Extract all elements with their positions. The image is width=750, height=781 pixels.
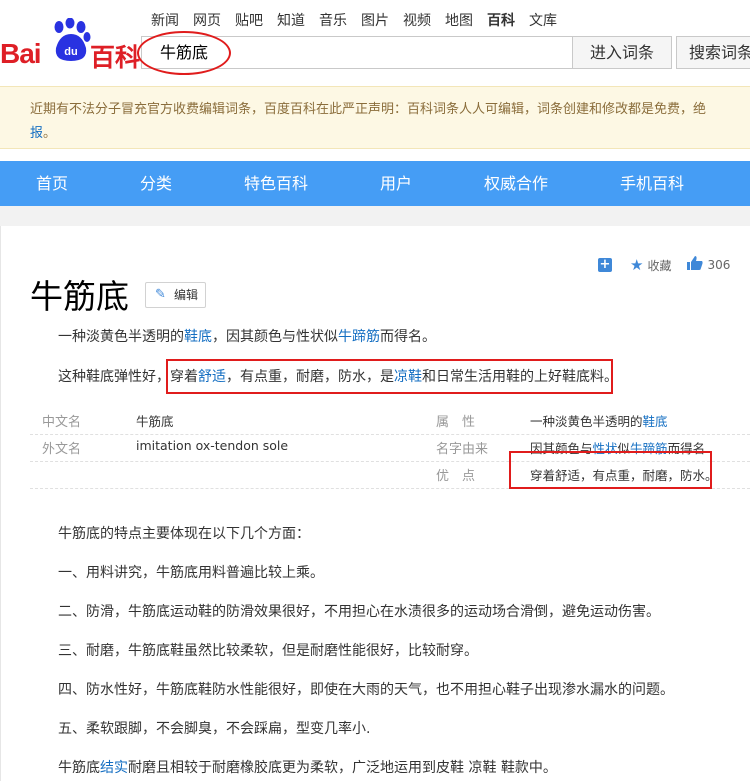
summary-paragraph-1: 一种淡黄色半透明的鞋底，因其颜色与性状似牛蹄筋而得名。 [58, 326, 436, 346]
body-last-paragraph: 牛筋底结实耐磨且相较于耐磨橡胶底更为柔软，广泛地运用到皮鞋 凉鞋 鞋款中。 [58, 757, 557, 777]
main-nav: 首页 分类 特色百科 用户 权威合作 手机百科 [0, 161, 750, 206]
collect-label[interactable]: 收藏 [647, 257, 671, 274]
summary-text: 这种鞋底弹性好， [58, 369, 170, 385]
body-item: 五、柔软跟脚，不会脚臭，不会踩扁，型变几率小. [58, 721, 371, 737]
nav-link-wenku[interactable]: 文库 [529, 10, 557, 30]
notice-banner: 近期有不法分子冒充官方收费编辑词条，百度百科在此严正声明：百科词条人人可编辑，词… [0, 86, 750, 149]
notice-text: 近期有不法分子冒充官方收费编辑词条，百度百科在此严正声明：百科词条人人可编辑，词… [30, 102, 707, 117]
main-nav-mobile[interactable]: 手机百科 [620, 161, 684, 206]
nav-link-map[interactable]: 地图 [445, 10, 473, 30]
main-nav-authority[interactable]: 权威合作 [484, 161, 548, 206]
main-nav-user[interactable]: 用户 [380, 161, 412, 206]
edit-label: 编辑 [174, 288, 199, 302]
logo-bai-text: Bai [0, 38, 42, 69]
basic-info-key: 优 点 [436, 469, 476, 484]
body-text: 耐磨且相较于耐磨橡胶底更为柔软，广泛地运用到皮鞋 凉鞋 鞋款中。 [128, 760, 557, 776]
row-divider [30, 488, 750, 489]
report-link[interactable]: 报 [30, 126, 43, 141]
basic-info-value: 穿着舒适，有点重，耐磨，防水。 [530, 468, 718, 483]
basic-info-row: 中文名 牛筋底 属 性 一种淡黄色半透明的鞋底 [30, 405, 750, 435]
thumbs-up-icon[interactable] [687, 256, 704, 274]
basic-info-key: 中文名 [42, 415, 82, 430]
basic-info-value: imitation ox-tendon sole [136, 438, 289, 453]
entry-title: 牛筋底 [30, 277, 129, 316]
body-item: 三、耐磨，牛筋底鞋虽然比较柔软，但是耐磨性能很好，比较耐穿。 [58, 643, 478, 659]
nav-link-music[interactable]: 音乐 [319, 10, 347, 30]
pencil-icon: ✎ [155, 287, 166, 302]
link-xiedi-info[interactable]: 鞋底 [643, 414, 668, 429]
main-nav-home[interactable]: 首页 [36, 161, 68, 206]
nav-link-web[interactable]: 网页 [193, 10, 221, 30]
baidu-baike-logo[interactable]: Bai du 百科 [0, 18, 140, 72]
nav-link-zhidao[interactable]: 知道 [277, 10, 305, 30]
summary-text: 而得名。 [380, 329, 436, 345]
summary-text: 和日常生活用鞋的上好鞋底料。 [422, 369, 618, 385]
notice-text-end: 。 [43, 126, 57, 141]
search-input[interactable]: 牛筋底 [141, 36, 573, 69]
summary-paragraph-2: 这种鞋底弹性好，穿着舒适，有点重，耐磨，防水，是凉鞋和日常生活用鞋的上好鞋底料。 [58, 366, 618, 386]
basic-info-row: 优 点 穿着舒适，有点重，耐磨，防水。 [30, 459, 750, 489]
nav-link-baike[interactable]: 百科 [487, 10, 515, 30]
paw-icon: du [54, 18, 91, 61]
main-nav-featured[interactable]: 特色百科 [244, 161, 308, 206]
nav-link-tieba[interactable]: 贴吧 [235, 10, 263, 30]
summary-text: ，因其颜色与性状似 [212, 329, 338, 345]
nav-link-news[interactable]: 新闻 [151, 10, 179, 30]
summary-text: 一种淡黄色半透明的 [58, 329, 184, 345]
basic-info-value: 一种淡黄色半透明的鞋底 [530, 414, 668, 429]
plus-icon[interactable]: + [598, 258, 612, 272]
basic-info-key: 外文名 [42, 442, 82, 457]
link-jieshi[interactable]: 结实 [100, 760, 128, 776]
body-item: 一、用料讲究，牛筋底用料普遍比较上乘。 [58, 565, 324, 581]
logo-baike-text: 百科 [90, 43, 141, 72]
like-count: 306 [707, 258, 731, 272]
basic-info-value: 牛筋底 [136, 414, 174, 429]
star-icon[interactable]: ★ [630, 256, 643, 274]
top-nav: 新闻 网页 贴吧 知道 音乐 图片 视频 地图 百科 文库 [151, 10, 571, 30]
entry-tools: + ★ 收藏 306 [598, 256, 730, 274]
link-xingzhuang[interactable]: 性状 [593, 441, 618, 456]
search-entry-button[interactable]: 搜索词条 [676, 36, 750, 69]
basic-info-key: 名字由来 [436, 442, 489, 457]
basic-info-key: 属 性 [436, 415, 476, 430]
nav-link-video[interactable]: 视频 [403, 10, 431, 30]
enter-entry-button[interactable]: 进入词条 [572, 36, 672, 69]
body-intro: 牛筋底的特点主要体现在以下几个方面： [58, 526, 310, 542]
summary-text: 穿着 [170, 369, 198, 385]
thumbs-up-svg [687, 256, 704, 270]
edit-button[interactable]: ✎ 编辑 [145, 282, 206, 308]
main-nav-category[interactable]: 分类 [140, 161, 172, 206]
link-liangxie[interactable]: 凉鞋 [394, 369, 422, 385]
body-item: 四、防水性好，牛筋底鞋防水性能很好，即使在大雨的天气，也不用担心鞋子出现渗水漏水… [58, 682, 674, 698]
summary-text: ，有点重，耐磨，防水，是 [226, 369, 394, 385]
link-xiedi[interactable]: 鞋底 [184, 329, 212, 345]
basic-info-row: 外文名 imitation ox-tendon sole 名字由来 因其颜色与性… [30, 432, 750, 462]
nav-link-images[interactable]: 图片 [361, 10, 389, 30]
basic-info-value: 因其颜色与性状似牛蹄筋而得名 [530, 441, 706, 456]
link-shushi[interactable]: 舒适 [198, 369, 226, 385]
link-niutijin-info[interactable]: 牛蹄筋 [630, 441, 668, 456]
body-text: 牛筋底 [58, 760, 100, 776]
link-niutijin[interactable]: 牛蹄筋 [338, 329, 380, 345]
logo-du-text: du [64, 46, 77, 58]
body-item: 二、防滑，牛筋底运动鞋的防滑效果很好，不用担心在水渍很多的运动场合滑倒，避免运动… [58, 604, 660, 620]
